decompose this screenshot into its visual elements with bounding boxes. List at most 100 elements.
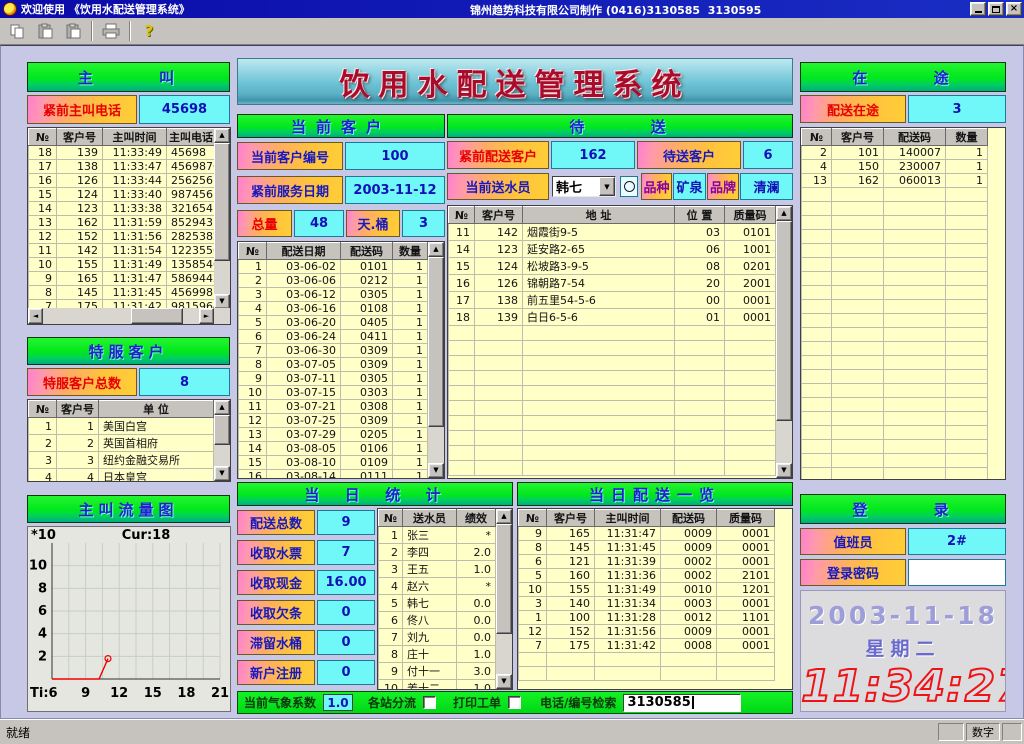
table-row[interactable] bbox=[802, 216, 1005, 230]
table-row[interactable]: 1015511:31:491358546 bbox=[29, 258, 215, 272]
table-row[interactable] bbox=[449, 371, 776, 386]
column-header[interactable]: 单 位 bbox=[99, 401, 214, 418]
table-row[interactable] bbox=[802, 356, 1005, 370]
table-row[interactable]: 18139白日6-5-6010001 bbox=[449, 309, 776, 326]
scroll-down-button[interactable]: ▼ bbox=[496, 674, 512, 689]
column-header[interactable]: 送水员 bbox=[403, 510, 457, 527]
table-row[interactable]: 110011:31:2800121101 bbox=[519, 611, 792, 625]
table-row[interactable]: 11美国白宫 bbox=[29, 418, 214, 435]
help-button[interactable]: ? bbox=[136, 20, 162, 43]
column-header[interactable]: 配送日期 bbox=[267, 243, 341, 260]
table-row[interactable]: 2李四2.0 bbox=[379, 544, 496, 561]
station-split-checkbox[interactable] bbox=[423, 696, 436, 709]
table-row[interactable] bbox=[449, 416, 776, 431]
column-header[interactable]: 数量 bbox=[946, 129, 988, 146]
table-row[interactable]: 1114211:31:541223556 bbox=[29, 244, 215, 258]
table-row[interactable]: 717511:31:4200080001 bbox=[519, 639, 792, 653]
table-row[interactable]: 703-06-3003091 bbox=[239, 344, 428, 358]
scrollbar-thumb[interactable] bbox=[131, 308, 183, 324]
table-row[interactable]: 11142烟霞街9-5030101 bbox=[449, 224, 776, 241]
scroll-up-button[interactable]: ▲ bbox=[214, 400, 230, 415]
table-row[interactable] bbox=[802, 454, 1005, 468]
table-row[interactable] bbox=[802, 202, 1005, 216]
table-row[interactable] bbox=[449, 446, 776, 461]
chevron-down-icon[interactable]: ▼ bbox=[599, 177, 615, 196]
column-header[interactable]: 客户号 bbox=[475, 207, 523, 224]
table-row[interactable]: 3王五1.0 bbox=[379, 561, 496, 578]
table-row[interactable] bbox=[449, 341, 776, 356]
table-row[interactable]: 131620600131 bbox=[802, 174, 1005, 188]
table-row[interactable]: 1612611:33:442562561 bbox=[29, 174, 215, 188]
column-header[interactable]: 客户号 bbox=[57, 129, 103, 146]
table-row[interactable]: 21011400071 bbox=[802, 146, 1005, 160]
column-header[interactable]: № bbox=[29, 129, 57, 146]
table-row[interactable]: 1503-08-1001091 bbox=[239, 456, 428, 470]
table-row[interactable]: 1015511:31:4900101201 bbox=[519, 583, 792, 597]
scrollbar-thumb[interactable] bbox=[214, 415, 230, 445]
column-header[interactable]: 主叫时间 bbox=[595, 510, 661, 527]
table-row[interactable]: 6佟八0.0 bbox=[379, 612, 496, 629]
table-row[interactable]: 1张三* bbox=[379, 527, 496, 544]
column-header[interactable]: № bbox=[379, 510, 403, 527]
scroll-left-button[interactable]: ◄ bbox=[28, 308, 43, 324]
table-row[interactable]: 612111:31:3900020001 bbox=[519, 555, 792, 569]
worker-dropdown[interactable]: 韩七 ▼ bbox=[552, 176, 616, 197]
table-row[interactable] bbox=[449, 326, 776, 341]
table-row[interactable]: 603-06-2404111 bbox=[239, 330, 428, 344]
table-row[interactable] bbox=[449, 401, 776, 416]
column-header[interactable]: 主叫电话 bbox=[167, 129, 215, 146]
special-vertical-scrollbar[interactable]: ▲ ▼ bbox=[214, 400, 230, 481]
table-row[interactable]: 14123延安路2-65061001 bbox=[449, 241, 776, 258]
table-row[interactable]: 1203-07-2503091 bbox=[239, 414, 428, 428]
column-header[interactable]: № bbox=[802, 129, 832, 146]
table-row[interactable]: 803-07-0503091 bbox=[239, 358, 428, 372]
table-row[interactable]: 16126锦朝路7-54202001 bbox=[449, 275, 776, 292]
table-row[interactable] bbox=[802, 370, 1005, 384]
search-input[interactable]: 3130585 bbox=[623, 694, 741, 712]
table-row[interactable]: 1603-08-1401111 bbox=[239, 470, 428, 479]
scrollbar-thumb[interactable] bbox=[214, 143, 230, 261]
copy-button[interactable] bbox=[4, 20, 30, 43]
table-row[interactable]: 7刘九0.0 bbox=[379, 629, 496, 646]
table-row[interactable]: 1512411:33:40987456 bbox=[29, 188, 215, 202]
table-row[interactable]: 1713811:33:474569876 bbox=[29, 160, 215, 174]
scrollbar-thumb[interactable] bbox=[428, 257, 444, 427]
table-row[interactable]: 1412311:33:38321654 bbox=[29, 202, 215, 216]
table-row[interactable]: 916511:31:475869442 bbox=[29, 272, 215, 286]
close-button[interactable]: × bbox=[1006, 2, 1022, 16]
scroll-down-button[interactable]: ▼ bbox=[776, 463, 792, 478]
pending-vertical-scrollbar[interactable]: ▲ ▼ bbox=[776, 206, 792, 478]
table-row[interactable]: 1403-08-0501061 bbox=[239, 442, 428, 456]
paste-button[interactable] bbox=[32, 20, 58, 43]
table-row[interactable]: 916511:31:4700090001 bbox=[519, 527, 792, 541]
column-header[interactable]: 客户号 bbox=[832, 129, 884, 146]
password-input[interactable] bbox=[908, 559, 1006, 586]
table-row[interactable]: 10姜十二1.0 bbox=[379, 680, 496, 690]
table-row[interactable]: 15124松坡路3-9-5080201 bbox=[449, 258, 776, 275]
table-row[interactable] bbox=[802, 398, 1005, 412]
scrollbar-thumb[interactable] bbox=[496, 524, 512, 634]
table-row[interactable]: 1215211:31:5600090001 bbox=[519, 625, 792, 639]
print-button[interactable] bbox=[98, 20, 124, 43]
table-row[interactable] bbox=[519, 667, 792, 681]
paste-special-button[interactable] bbox=[60, 20, 86, 43]
table-row[interactable]: 33纽约金融交易所 bbox=[29, 452, 214, 469]
performance-vertical-scrollbar[interactable]: ▲ ▼ bbox=[496, 509, 512, 689]
minimize-button[interactable] bbox=[970, 2, 986, 16]
table-row[interactable] bbox=[802, 230, 1005, 244]
table-row[interactable] bbox=[802, 412, 1005, 426]
column-header[interactable]: № bbox=[239, 243, 267, 260]
scrollbar-thumb[interactable] bbox=[776, 221, 792, 421]
column-header[interactable]: № bbox=[449, 207, 475, 224]
table-row[interactable] bbox=[802, 328, 1005, 342]
column-header[interactable]: 数量 bbox=[393, 243, 428, 260]
table-row[interactable]: 8庄十1.0 bbox=[379, 646, 496, 663]
table-row[interactable] bbox=[802, 272, 1005, 286]
table-row[interactable] bbox=[802, 314, 1005, 328]
caller-horizontal-scrollbar[interactable]: ◄ ► bbox=[28, 308, 214, 324]
table-row[interactable] bbox=[802, 440, 1005, 454]
table-row[interactable]: 1303-07-2902051 bbox=[239, 428, 428, 442]
table-row[interactable] bbox=[802, 468, 1005, 480]
restore-button[interactable] bbox=[988, 2, 1004, 16]
table-row[interactable]: 22英国首相府 bbox=[29, 435, 214, 452]
